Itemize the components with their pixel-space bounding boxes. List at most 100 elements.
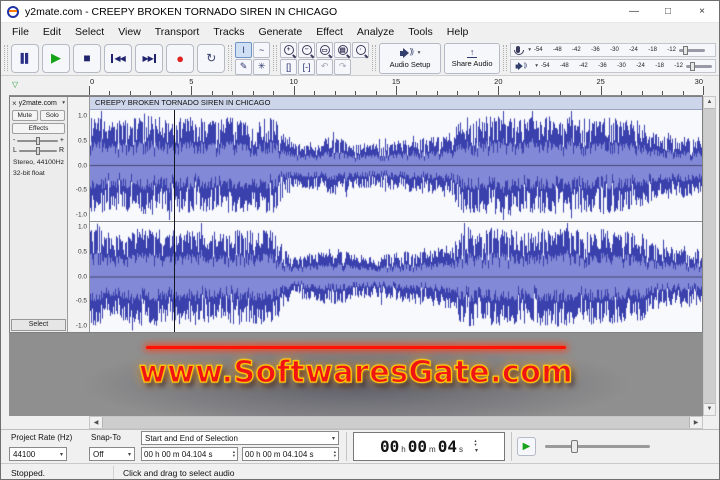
menu-item[interactable]: Tools [401,23,440,41]
envelope-tool-button[interactable]: ~ [253,42,270,58]
loop-button[interactable]: ↻ [197,44,225,73]
undo-button[interactable]: ↶ [316,59,333,75]
trim-audio-button[interactable]: [] [280,59,297,75]
close-button[interactable]: × [685,1,719,22]
minimize-button[interactable]: — [617,1,651,22]
edit-toolbar: + − ▭ ▤ · [] [-] ↶ ↷ [280,42,369,75]
waveform-canvas-right[interactable] [90,222,702,332]
spinner-icons[interactable]: ▴ ▾ [332,450,336,458]
spinner-icons[interactable]: ▴ ▾ [472,439,476,447]
solo-button[interactable]: Solo [40,110,66,121]
menu-item[interactable]: Generate [251,23,309,41]
vertical-scale-ruler[interactable]: 1.00.50.0-0.5-1.0 1.00.50.0-0.5-1.0 [68,97,90,332]
spin-down-icon[interactable]: ▾ [334,454,336,458]
play-button[interactable]: ▶ [42,44,70,73]
toolbar-grip[interactable] [503,45,507,71]
pan-slider-thumb[interactable] [36,147,40,155]
zoom-toggle-button[interactable]: · [352,42,369,58]
pan-slider[interactable] [19,150,57,152]
scroll-down-icon[interactable]: ▼ [707,404,713,415]
menu-item[interactable]: Transport [148,23,207,41]
mute-button[interactable]: Mute [12,110,38,121]
waveform-right-channel[interactable] [90,221,702,332]
zoom-out-button[interactable]: − [298,42,315,58]
menu-item[interactable]: File [5,23,36,41]
scroll-right-icon[interactable]: ▶ [690,419,702,426]
selection-time-display[interactable]: 00 h 00 m 04 s ▴ ▾ ▾ [353,432,505,461]
zoom-toggle-icon: · [356,45,366,55]
chevron-down-icon[interactable]: ▾ [475,447,478,454]
spinner-icons[interactable]: ▴ ▾ [231,450,235,458]
waveform-zone[interactable]: CREEPY BROKEN TORNADO SIREN IN CHICAGO [90,97,702,332]
track-close-icon[interactable]: × [12,99,17,108]
waveform-canvas-left[interactable] [90,110,702,221]
menu-item[interactable]: Tracks [206,23,251,41]
scroll-left-icon[interactable]: ◀ [90,419,102,426]
redo-button[interactable]: ↷ [334,59,351,75]
playback-meter[interactable]: ▾ -54-48-42-36-30-24-18-12 [510,59,716,73]
stop-button[interactable]: ■ [73,44,101,73]
toolbar-grip[interactable] [273,45,277,71]
slider-thumb[interactable] [690,62,695,71]
tools-toolbar: I ~ ✎ ✳ [235,42,270,75]
scroll-up-icon[interactable]: ▲ [707,97,713,108]
toolbar-grip[interactable] [4,45,8,71]
spin-down-icon[interactable]: ▾ [233,454,235,458]
selection-start-field[interactable]: 00 h 00 m 04.104 s ▴ ▾ [141,447,238,461]
selection-mode-combo[interactable]: Start and End of Selection ▾ [141,431,339,445]
recording-meter[interactable]: ▾ -54-48-42-36-30-24-18-12 [510,43,716,57]
menu-item[interactable]: Effect [309,23,350,41]
zoom-in-button[interactable]: + [280,42,297,58]
horizontal-scrollbar-thumb[interactable] [102,417,690,428]
menu-item[interactable]: Help [440,23,476,41]
ruler-scale[interactable]: 051015202530 [89,76,703,95]
pause-button[interactable]: ▌▌ [11,44,39,73]
track-name[interactable]: y2mate.com [19,100,59,107]
playhead-pin-icon[interactable]: ▽ [12,80,18,89]
menu-item[interactable]: Analyze [350,23,401,41]
playback-speed-slider[interactable] [545,445,650,448]
snap-to-combo[interactable]: Off ▾ [89,447,135,461]
horizontal-scrollbar[interactable]: ◀ ▶ [89,416,703,429]
track-menu-icon[interactable]: ▾ [62,100,65,106]
gain-slider-thumb[interactable] [36,137,40,145]
waveform-left-channel[interactable] [90,110,702,221]
recording-meter-scale: -54-48-42-36-30-24-18-12 [534,47,676,53]
chevron-down-icon: ▾ [128,451,131,458]
menu-item[interactable]: View [111,23,148,41]
vertical-scrollbar-thumb[interactable] [704,108,715,404]
selection-tool-button[interactable]: I [235,42,252,58]
track-select-button[interactable]: Select [11,319,66,331]
toolbar-grip[interactable] [228,45,232,71]
silence-audio-button[interactable]: [-] [298,59,315,75]
slider-thumb[interactable] [683,46,688,55]
selection-end-field[interactable]: 00 h 00 m 04.104 s ▴ ▾ [242,447,339,461]
recording-volume-slider[interactable] [679,49,705,52]
skip-to-start-button[interactable]: ◀◀ [104,44,132,73]
skip-to-end-button[interactable]: ▶▶ [135,44,163,73]
selection-mode-value: Start and End of Selection [145,434,238,443]
record-button[interactable]: ● [166,44,194,73]
waveform-channels[interactable] [90,110,702,332]
speed-slider-thumb[interactable] [571,440,578,453]
vertical-scrollbar[interactable]: ▲ ▼ [703,96,716,416]
maximize-button[interactable]: □ [651,1,685,22]
toolbar-grip[interactable] [372,45,376,71]
snap-to-value: Off [93,450,104,459]
zoom-selection-button[interactable]: ▭ [316,42,333,58]
project-rate-combo[interactable]: 44100 ▾ [9,447,67,461]
menu-item[interactable]: Edit [36,23,68,41]
clip-title[interactable]: CREEPY BROKEN TORNADO SIREN IN CHICAGO [90,97,702,110]
multi-tool-button[interactable]: ✳ [253,59,270,75]
share-audio-button[interactable]: ↑ Share Audio [444,43,500,74]
audio-setup-button[interactable]: ▾ Audio Setup [379,43,441,74]
effects-button[interactable]: Effects [12,123,65,134]
play-at-speed-icon: ▶ [523,441,531,452]
zoom-fit-button[interactable]: ▤ [334,42,351,58]
draw-tool-button[interactable]: ✎ [235,59,252,75]
play-at-speed-button[interactable]: ▶ [517,437,536,456]
menu-item[interactable]: Select [68,23,111,41]
timeline-ruler[interactable]: ▽ 051015202530 [9,76,703,96]
gain-slider[interactable] [17,140,58,142]
playback-volume-slider[interactable] [686,65,712,68]
